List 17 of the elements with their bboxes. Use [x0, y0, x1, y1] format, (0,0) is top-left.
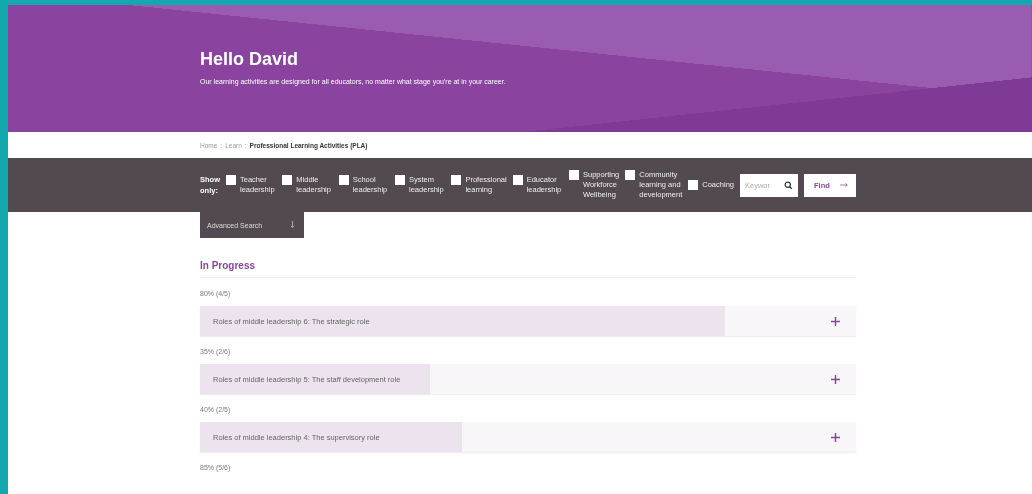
checkbox[interactable] — [338, 175, 349, 185]
expand-plus-icon[interactable] — [831, 432, 840, 442]
expand-plus-icon[interactable] — [831, 316, 840, 326]
search-icon — [784, 180, 793, 190]
checkbox[interactable] — [688, 180, 699, 190]
checkbox[interactable] — [282, 175, 293, 185]
expand-plus-icon[interactable] — [831, 374, 840, 384]
checkbox[interactable] — [512, 175, 523, 185]
arrow-down-icon — [290, 221, 295, 229]
checkbox[interactable] — [625, 170, 636, 180]
checkbox[interactable] — [451, 175, 462, 185]
checkbox[interactable] — [569, 170, 579, 180]
section-heading: In Progress — [200, 260, 856, 278]
greeting-heading: Hello David — [200, 49, 300, 70]
checkbox[interactable] — [395, 175, 406, 185]
arrow-right-icon — [840, 182, 849, 188]
checkbox[interactable] — [226, 175, 236, 185]
